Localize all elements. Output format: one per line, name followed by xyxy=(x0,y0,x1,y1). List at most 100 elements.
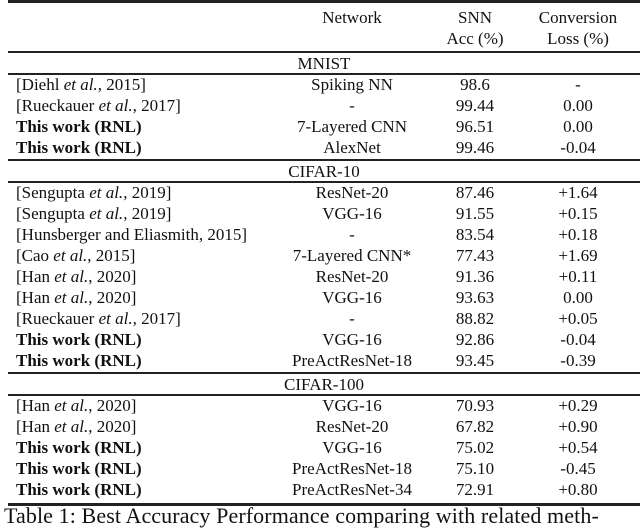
method-name: [Han xyxy=(16,288,55,307)
network-cell: - xyxy=(349,309,355,328)
section-rule xyxy=(8,159,640,161)
top-rule xyxy=(8,0,640,3)
network-cell: VGG-16 xyxy=(322,438,382,457)
citation-year: , 2020] xyxy=(88,288,137,307)
acc-cell: 67.82 xyxy=(455,417,495,436)
method-name: [Cao xyxy=(16,246,54,265)
loss-cell: +0.11 xyxy=(558,267,598,286)
loss-cell: 0.00 xyxy=(563,288,593,307)
method-cell: [Hunsberger and Eliasmith, 2015] xyxy=(16,225,247,245)
loss-cell: 0.00 xyxy=(563,96,593,115)
method-cell: [Diehl et al., 2015] xyxy=(16,75,146,95)
et-al: et al. xyxy=(54,417,89,436)
loss-cell: +0.54 xyxy=(558,438,598,457)
loss-cell: +0.15 xyxy=(558,204,598,223)
method-cell: This work (RNL) xyxy=(16,438,142,458)
method-cell: This work (RNL) xyxy=(16,330,142,350)
citation-year: , 2017] xyxy=(132,309,181,328)
section-title: CIFAR-100 xyxy=(284,375,364,394)
header-acc-line2: Acc (%) xyxy=(446,29,504,48)
network-cell: VGG-16 xyxy=(322,396,382,415)
et-al: et al. xyxy=(54,396,89,415)
loss-cell: -0.04 xyxy=(560,330,596,349)
method-cell: [Rueckauer et al., 2017] xyxy=(16,96,181,116)
acc-cell: 87.46 xyxy=(455,183,495,202)
citation-year: , 2020] xyxy=(88,396,137,415)
method-name: [Rueckauer xyxy=(16,309,99,328)
header-network: Network xyxy=(322,8,382,27)
acc-cell: 93.45 xyxy=(455,351,495,370)
method-name: This work (RNL) xyxy=(16,138,142,157)
loss-cell: +0.90 xyxy=(558,417,598,436)
et-al: et al. xyxy=(54,267,89,286)
network-cell: PreActResNet-18 xyxy=(292,351,412,370)
loss-cell: +1.64 xyxy=(558,183,598,202)
acc-cell: 91.55 xyxy=(455,204,495,223)
network-cell: VGG-16 xyxy=(322,204,382,223)
loss-cell: +0.05 xyxy=(558,309,598,328)
citation-year: , 2019] xyxy=(123,204,172,223)
method-name: [Han xyxy=(16,396,55,415)
header-acc-line1: SNN xyxy=(457,8,492,27)
method-cell: This work (RNL) xyxy=(16,459,142,479)
header-loss-line1: Conversion xyxy=(538,8,618,27)
loss-cell: -0.39 xyxy=(560,351,596,370)
acc-cell: 83.54 xyxy=(455,225,495,244)
method-cell: This work (RNL) xyxy=(16,480,142,500)
network-cell: 7-Layered CNN xyxy=(297,117,407,136)
network-cell: AlexNet xyxy=(323,138,381,157)
method-cell: [Sengupta et al., 2019] xyxy=(16,204,171,224)
method-cell: [Han et al., 2020] xyxy=(16,288,136,308)
acc-cell: 96.51 xyxy=(455,117,495,136)
network-cell: 7-Layered CNN* xyxy=(292,246,412,265)
acc-cell: 75.10 xyxy=(455,459,495,478)
method-name: This work (RNL) xyxy=(16,330,142,349)
section-title: CIFAR-10 xyxy=(288,162,360,181)
et-al: et al. xyxy=(98,96,133,115)
acc-cell: 93.63 xyxy=(455,288,495,307)
header-loss-line2: Loss (%) xyxy=(547,29,609,48)
loss-cell: +1.69 xyxy=(558,246,598,265)
method-name: [Sengupta xyxy=(16,204,90,223)
network-cell: - xyxy=(349,96,355,115)
acc-cell: 99.46 xyxy=(455,138,495,157)
citation-year: , 2017] xyxy=(132,96,181,115)
method-name: [Rueckauer xyxy=(16,96,99,115)
acc-cell: 98.6 xyxy=(460,75,490,94)
network-cell: PreActResNet-34 xyxy=(292,480,412,499)
method-name: This work (RNL) xyxy=(16,117,142,136)
method-name: [Han xyxy=(16,417,55,436)
loss-cell: +0.29 xyxy=(558,396,598,415)
method-cell: This work (RNL) xyxy=(16,117,142,137)
section-title: MNIST xyxy=(297,54,351,73)
loss-cell: -0.04 xyxy=(560,138,596,157)
citation-year: , 2020] xyxy=(88,267,137,286)
network-cell: Spiking NN xyxy=(311,75,393,94)
loss-cell: +0.80 xyxy=(558,480,598,499)
acc-cell: 99.44 xyxy=(455,96,495,115)
citation-year: , 2019] xyxy=(123,183,172,202)
method-name: This work (RNL) xyxy=(16,480,142,499)
et-al: et al. xyxy=(54,288,89,307)
loss-cell: 0.00 xyxy=(563,117,593,136)
method-cell: [Cao et al., 2015] xyxy=(16,246,135,266)
method-name: This work (RNL) xyxy=(16,438,142,457)
loss-cell: - xyxy=(575,75,581,94)
network-cell: ResNet-20 xyxy=(315,183,389,202)
method-cell: [Han et al., 2020] xyxy=(16,267,136,287)
citation-year: , 2015] xyxy=(97,75,146,94)
citation-year: , 2020] xyxy=(88,417,137,436)
loss-cell: -0.45 xyxy=(560,459,596,478)
method-name: [Hunsberger and Eliasmith, 2015] xyxy=(16,225,248,244)
network-cell: PreActResNet-18 xyxy=(292,459,412,478)
section-rule xyxy=(8,51,640,53)
acc-cell: 77.43 xyxy=(455,246,495,265)
acc-cell: 70.93 xyxy=(455,396,495,415)
network-cell: ResNet-20 xyxy=(315,417,389,436)
method-name: [Sengupta xyxy=(16,183,90,202)
acc-cell: 72.91 xyxy=(455,480,495,499)
method-name: [Diehl xyxy=(16,75,64,94)
network-cell: VGG-16 xyxy=(322,288,382,307)
method-cell: This work (RNL) xyxy=(16,138,142,158)
method-name: This work (RNL) xyxy=(16,459,142,478)
